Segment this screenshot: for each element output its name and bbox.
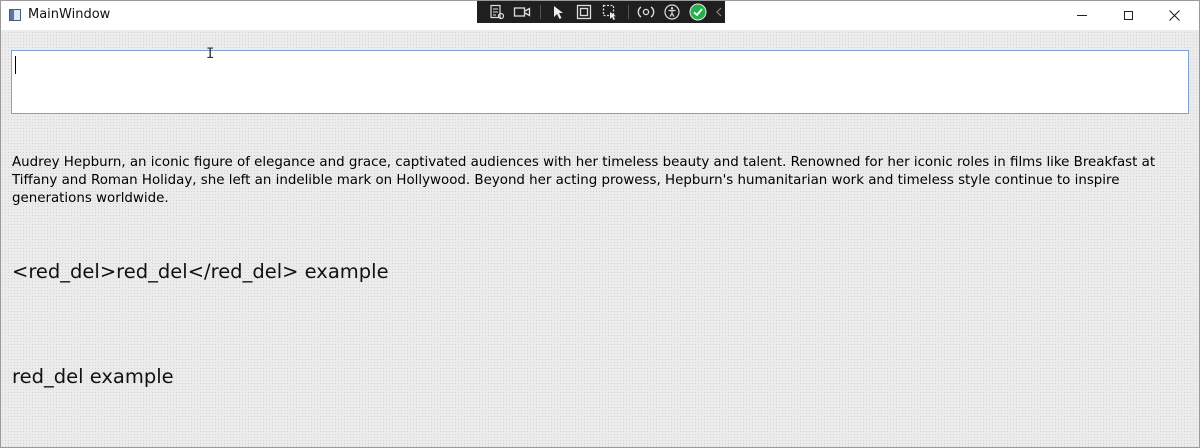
text-caret (15, 56, 16, 74)
debug-toolbar (477, 1, 725, 23)
minimize-icon (1077, 15, 1087, 16)
track-focus-icon[interactable] (600, 3, 620, 21)
toolbar-separator (627, 5, 629, 19)
close-icon (1168, 10, 1180, 21)
accessibility-icon[interactable] (662, 3, 682, 21)
app-icon (9, 9, 21, 21)
select-element-icon[interactable] (549, 3, 569, 21)
toolbar-separator (540, 5, 542, 19)
maximize-button[interactable] (1105, 1, 1151, 30)
rendered-text: red_del example (12, 365, 174, 388)
main-window: MainWindow I Audrey Hepburn, an iconic f… (0, 0, 1200, 448)
live-visual-tree-icon[interactable] (487, 3, 507, 21)
checkmark-status-icon[interactable] (688, 3, 708, 21)
window-title: MainWindow (28, 7, 111, 22)
close-button[interactable] (1151, 1, 1197, 30)
description-paragraph: Audrey Hepburn, an iconic figure of eleg… (12, 155, 1156, 206)
hot-reload-icon[interactable] (637, 3, 657, 21)
maximize-icon (1123, 11, 1133, 20)
title-bar[interactable]: MainWindow (1, 1, 1199, 30)
collapse-chevron-icon[interactable] (713, 3, 725, 21)
raw-markup-text: <red_del>red_del</red_del> example (12, 260, 389, 283)
minimize-button[interactable] (1059, 1, 1105, 30)
display-layout-adorners-icon[interactable] (575, 3, 595, 21)
ibeam-cursor-icon: I (206, 46, 215, 62)
record-icon[interactable] (513, 3, 533, 21)
text-input[interactable] (11, 50, 1189, 114)
